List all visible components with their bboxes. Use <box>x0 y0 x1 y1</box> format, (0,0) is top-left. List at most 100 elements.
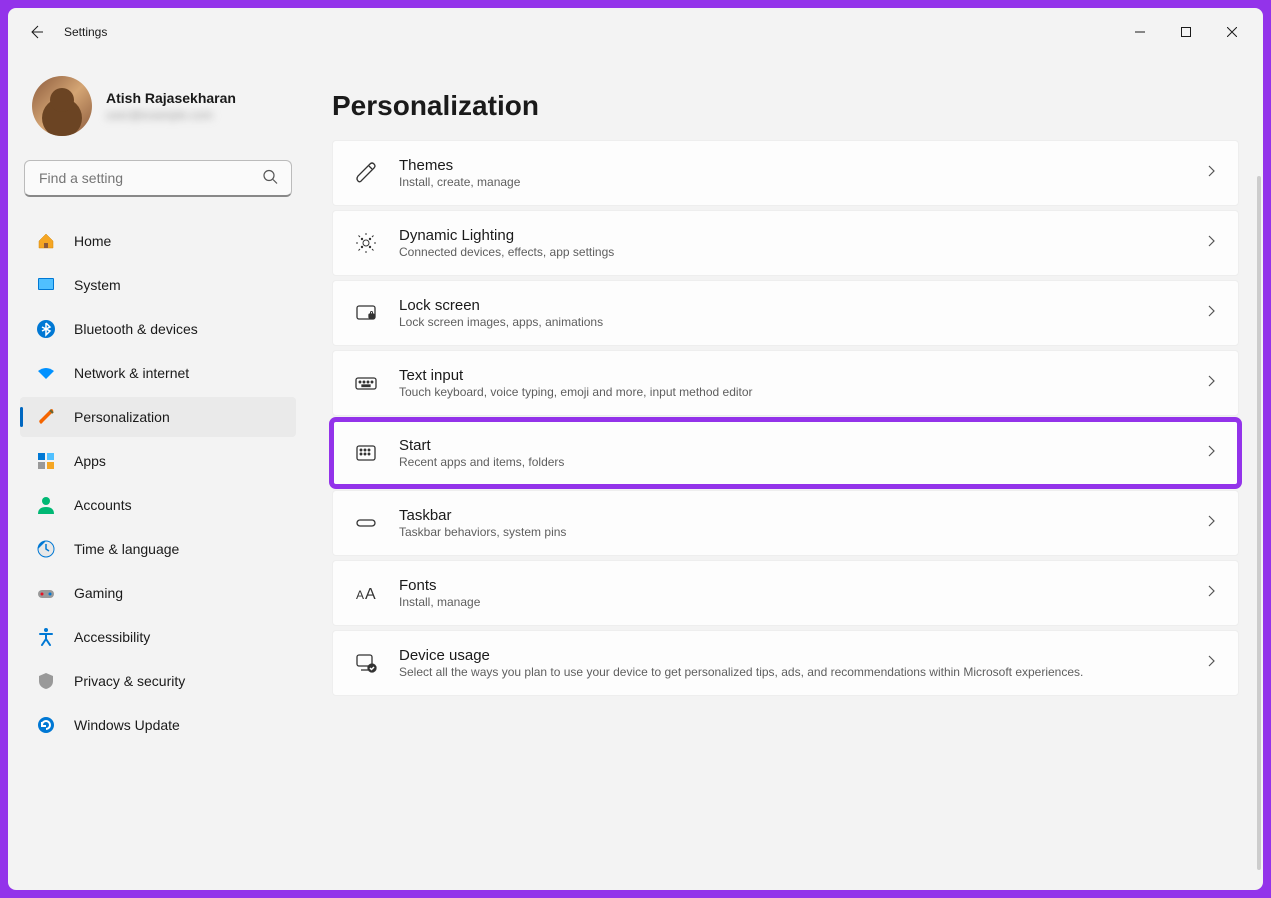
minimize-button[interactable] <box>1117 16 1163 48</box>
sidebar-item-accounts[interactable]: Accounts <box>20 485 296 525</box>
svg-text:A: A <box>356 588 364 602</box>
card-themes[interactable]: Themes Install, create, manage <box>332 140 1239 206</box>
card-title: Text input <box>399 367 1184 384</box>
paintbrush-icon <box>36 407 56 427</box>
start-icon <box>353 440 379 466</box>
sidebar-item-label: Network & internet <box>74 365 189 381</box>
lock-screen-icon <box>353 300 379 326</box>
sidebar-item-label: Home <box>74 233 111 249</box>
card-title: Themes <box>399 157 1184 174</box>
sidebar-item-label: Windows Update <box>74 717 180 733</box>
chevron-right-icon <box>1204 654 1218 673</box>
card-subtitle: Select all the ways you plan to use your… <box>399 665 1184 679</box>
card-text-input[interactable]: Text input Touch keyboard, voice typing,… <box>332 350 1239 416</box>
nav: Home System Bluetooth & devices Network … <box>20 221 296 745</box>
minimize-icon <box>1135 27 1145 37</box>
card-taskbar[interactable]: Taskbar Taskbar behaviors, system pins <box>332 490 1239 556</box>
card-subtitle: Install, create, manage <box>399 175 1184 189</box>
fonts-icon: AA <box>353 580 379 606</box>
user-email: user@example.com <box>106 108 236 122</box>
card-subtitle: Touch keyboard, voice typing, emoji and … <box>399 385 1184 399</box>
sidebar-item-accessibility[interactable]: Accessibility <box>20 617 296 657</box>
card-title: Fonts <box>399 577 1184 594</box>
shield-icon <box>36 671 56 691</box>
card-subtitle: Connected devices, effects, app settings <box>399 245 1184 259</box>
window-title: Settings <box>64 25 107 39</box>
chevron-right-icon <box>1204 584 1218 603</box>
scrollbar[interactable] <box>1257 176 1261 870</box>
sidebar-item-home[interactable]: Home <box>20 221 296 261</box>
sidebar-item-privacy[interactable]: Privacy & security <box>20 661 296 701</box>
card-fonts[interactable]: AA Fonts Install, manage <box>332 560 1239 626</box>
card-start[interactable]: Start Recent apps and items, folders <box>332 420 1239 486</box>
sidebar-item-label: Gaming <box>74 585 123 601</box>
titlebar: Settings <box>8 8 1263 56</box>
card-lock-screen[interactable]: Lock screen Lock screen images, apps, an… <box>332 280 1239 346</box>
chevron-right-icon <box>1204 164 1218 183</box>
keyboard-icon <box>353 370 379 396</box>
bluetooth-icon <box>36 319 56 339</box>
sidebar-item-label: Privacy & security <box>74 673 185 689</box>
page-title: Personalization <box>332 90 1239 122</box>
sidebar: Atish Rajasekharan user@example.com Home… <box>8 56 308 890</box>
gamepad-icon <box>36 583 56 603</box>
paintbrush-icon <box>353 160 379 186</box>
sidebar-item-label: Accounts <box>74 497 132 513</box>
sidebar-item-bluetooth[interactable]: Bluetooth & devices <box>20 309 296 349</box>
sidebar-item-time[interactable]: Time & language <box>20 529 296 569</box>
settings-cards: Themes Install, create, manage Dynamic L… <box>332 140 1239 696</box>
sidebar-item-network[interactable]: Network & internet <box>20 353 296 393</box>
chevron-right-icon <box>1204 444 1218 463</box>
back-button[interactable] <box>16 12 56 52</box>
settings-window: Settings Atish Rajasekharan user@example… <box>8 8 1263 890</box>
back-arrow-icon <box>28 24 44 40</box>
accessibility-icon <box>36 627 56 647</box>
sidebar-item-personalization[interactable]: Personalization <box>20 397 296 437</box>
card-subtitle: Taskbar behaviors, system pins <box>399 525 1184 539</box>
wifi-icon <box>36 363 56 383</box>
lighting-icon <box>353 230 379 256</box>
svg-text:A: A <box>365 586 376 603</box>
close-icon <box>1227 27 1237 37</box>
user-block[interactable]: Atish Rajasekharan user@example.com <box>20 56 296 160</box>
apps-icon <box>36 451 56 471</box>
card-dynamic-lighting[interactable]: Dynamic Lighting Connected devices, effe… <box>332 210 1239 276</box>
sidebar-item-label: Apps <box>74 453 106 469</box>
taskbar-icon <box>353 510 379 536</box>
device-usage-icon <box>353 650 379 676</box>
person-icon <box>36 495 56 515</box>
clock-icon <box>36 539 56 559</box>
card-subtitle: Lock screen images, apps, animations <box>399 315 1184 329</box>
sidebar-item-update[interactable]: Windows Update <box>20 705 296 745</box>
sidebar-item-label: Bluetooth & devices <box>74 321 198 337</box>
card-subtitle: Install, manage <box>399 595 1184 609</box>
card-title: Start <box>399 437 1184 454</box>
home-icon <box>36 231 56 251</box>
system-icon <box>36 275 56 295</box>
sidebar-item-label: Time & language <box>74 541 179 557</box>
card-device-usage[interactable]: Device usage Select all the ways you pla… <box>332 630 1239 696</box>
chevron-right-icon <box>1204 514 1218 533</box>
search-input[interactable] <box>24 160 292 197</box>
maximize-button[interactable] <box>1163 16 1209 48</box>
sidebar-item-system[interactable]: System <box>20 265 296 305</box>
chevron-right-icon <box>1204 374 1218 393</box>
sidebar-item-label: Personalization <box>74 409 170 425</box>
avatar <box>32 76 92 136</box>
chevron-right-icon <box>1204 234 1218 253</box>
update-icon <box>36 715 56 735</box>
card-title: Taskbar <box>399 507 1184 524</box>
card-title: Lock screen <box>399 297 1184 314</box>
maximize-icon <box>1181 27 1191 37</box>
sidebar-item-label: Accessibility <box>74 629 150 645</box>
card-subtitle: Recent apps and items, folders <box>399 455 1184 469</box>
card-title: Dynamic Lighting <box>399 227 1184 244</box>
body: Atish Rajasekharan user@example.com Home… <box>8 56 1263 890</box>
search-box <box>24 160 292 197</box>
sidebar-item-label: System <box>74 277 121 293</box>
close-button[interactable] <box>1209 16 1255 48</box>
user-name: Atish Rajasekharan <box>106 90 236 106</box>
sidebar-item-gaming[interactable]: Gaming <box>20 573 296 613</box>
chevron-right-icon <box>1204 304 1218 323</box>
sidebar-item-apps[interactable]: Apps <box>20 441 296 481</box>
